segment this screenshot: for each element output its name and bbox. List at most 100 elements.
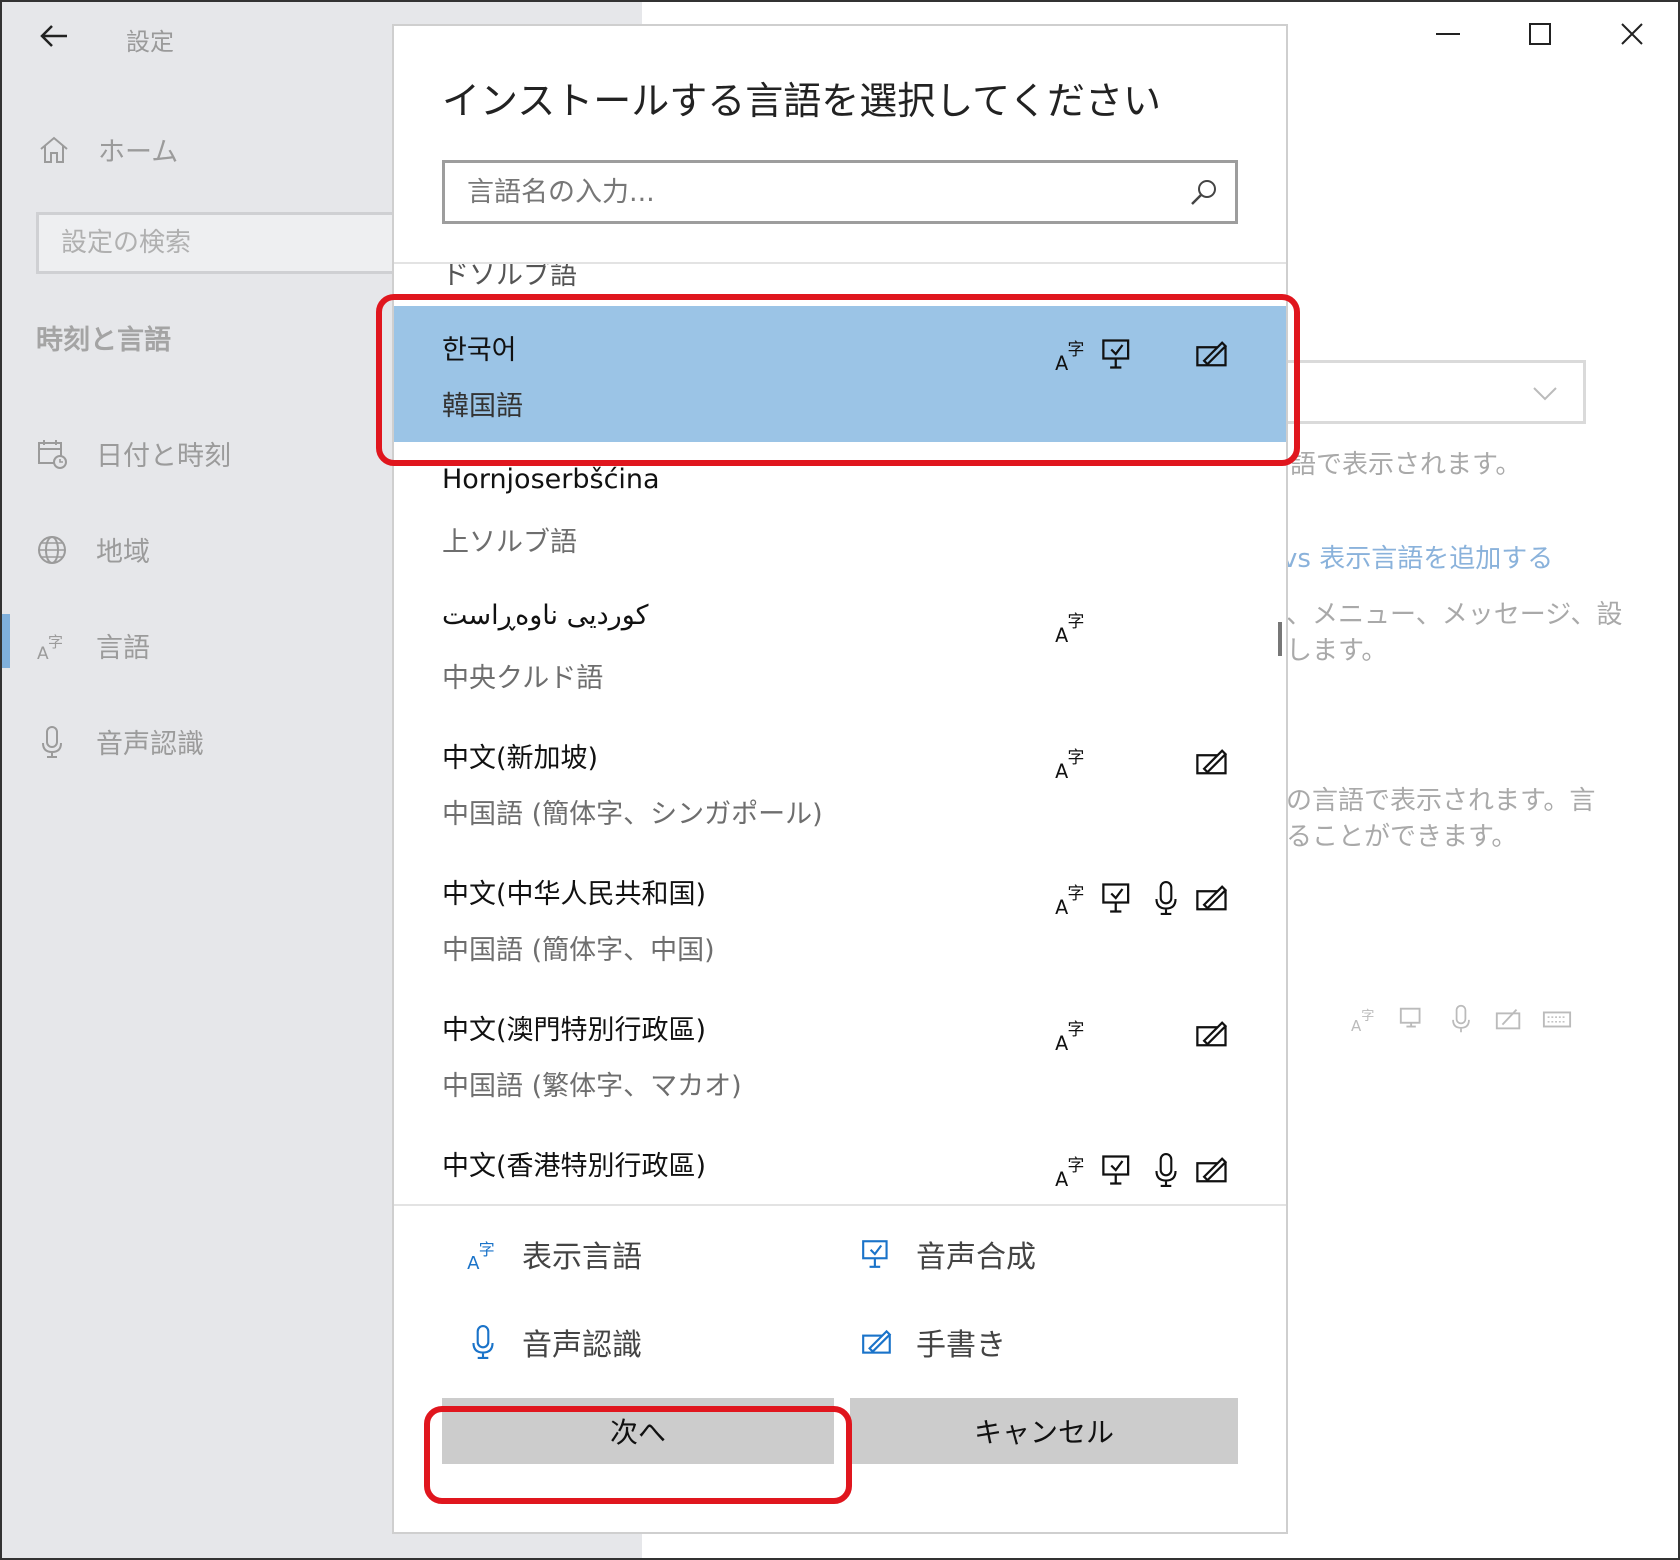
- back-arrow-icon: [40, 25, 67, 47]
- list-item-partial[interactable]: ドソルブ語: [394, 264, 1286, 306]
- tts-icon: [1102, 339, 1130, 369]
- microphone-icon: [472, 1325, 494, 1359]
- svg-text:字: 字: [48, 633, 63, 651]
- minimize-icon: [1436, 33, 1460, 35]
- list-scrollbar[interactable]: [1278, 622, 1282, 656]
- list-item-upper-sorbian[interactable]: Hornjoserbšćina 上ソルブ語: [394, 442, 1286, 578]
- language-native-name: 中文(新加坡): [442, 743, 599, 774]
- display-language-icon: A字: [1055, 611, 1084, 644]
- microphone-icon: [1452, 1004, 1470, 1033]
- microphone-icon: [1155, 1153, 1177, 1187]
- back-button[interactable]: [36, 18, 72, 54]
- chevron-down-icon: [1533, 387, 1557, 401]
- list-item-chinese-prc[interactable]: 中文(中华人民共和国) 中国語 (簡体字、中国) A字: [394, 850, 1286, 986]
- language-search[interactable]: [442, 160, 1238, 224]
- handwriting-icon: [1196, 1157, 1228, 1183]
- svg-text:字: 字: [479, 1240, 495, 1259]
- nav-item-label: 音声認識: [96, 729, 204, 760]
- svg-text:A: A: [1055, 352, 1068, 372]
- svg-text:字: 字: [1361, 1008, 1374, 1024]
- legend-handwriting: 手書き: [860, 1320, 1006, 1364]
- svg-text:字: 字: [1068, 339, 1085, 359]
- svg-text:字: 字: [1068, 883, 1085, 903]
- display-language-icon: A字: [1055, 883, 1085, 916]
- list-item-chinese-singapore[interactable]: 中文(新加坡) 中国語 (簡体字、シンガポール) A字: [394, 714, 1286, 850]
- list-item-korean[interactable]: 한국어 韓国語 A字: [394, 306, 1286, 442]
- language-native-name: 中文(香港特別行政區): [442, 1151, 707, 1182]
- tts-icon: [1399, 1007, 1421, 1028]
- svg-text:A: A: [1055, 624, 1068, 644]
- svg-text:字: 字: [1068, 747, 1085, 767]
- legend-display-language: A字 表示言語: [466, 1232, 642, 1276]
- next-button[interactable]: 次へ: [442, 1398, 834, 1464]
- handwriting-icon: [1196, 885, 1228, 911]
- nav-item-language[interactable]: A字 言語: [36, 626, 150, 665]
- calendar-clock-icon: [38, 439, 67, 469]
- tts-icon: [1102, 883, 1130, 913]
- section-heading: 時刻と言語: [36, 325, 171, 356]
- nav-item-label: 地域: [96, 537, 150, 568]
- background-feature-icons: A字: [1350, 1004, 1572, 1034]
- language-install-dialog: インストールする言語を選択してください ドソルブ語 한국어 韓国語 A字 Hor…: [392, 24, 1288, 1534]
- minimize-button[interactable]: [1418, 14, 1478, 54]
- svg-text:字: 字: [1068, 1019, 1085, 1039]
- display-language-icon: A字: [1055, 1155, 1085, 1188]
- list-item-chinese-macao[interactable]: 中文(澳門特別行政區) 中国語 (繁体字、マカオ) A字: [394, 986, 1286, 1122]
- background-text: 、メニュー、メッセージ、設: [1286, 600, 1623, 630]
- language-list[interactable]: ドソルブ語 한국어 韓国語 A字 Hornjoserbšćina 上ソルブ語 ک…: [394, 262, 1286, 1206]
- svg-text:A: A: [1055, 760, 1068, 780]
- display-language-icon: A字: [1351, 1008, 1374, 1034]
- language-native-name: 中文(中华人民共和国): [442, 879, 707, 910]
- nav-item-speech[interactable]: 音声認識: [36, 722, 204, 761]
- language-japanese-name: 韓国語: [442, 391, 523, 422]
- cancel-button[interactable]: キャンセル: [850, 1398, 1238, 1464]
- language-japanese-name: 上ソルブ語: [442, 527, 577, 558]
- list-item-chinese-hong-kong[interactable]: 中文(香港特別行政區) A字: [394, 1122, 1286, 1204]
- tts-icon: [862, 1240, 888, 1268]
- list-item-central-kurdish[interactable]: کوردیی ناوەڕاست 中央クルド語 A字: [394, 578, 1286, 714]
- home-icon: [40, 136, 68, 163]
- svg-text:字: 字: [1068, 1155, 1085, 1175]
- tts-icon: [1102, 1155, 1130, 1185]
- maximize-button[interactable]: [1510, 14, 1570, 54]
- background-text: します。: [1286, 636, 1388, 666]
- language-native-name: 中文(澳門特別行政區): [442, 1015, 707, 1046]
- handwriting-icon: [1196, 749, 1228, 775]
- microphone-icon: [1155, 881, 1177, 915]
- nav-home-label: ホーム: [98, 137, 179, 168]
- handwriting-icon: [1196, 1021, 1228, 1047]
- legend-tts: 音声合成: [860, 1232, 1036, 1276]
- dialog-title: インストールする言語を選択してください: [442, 79, 1161, 123]
- nav-home[interactable]: ホーム: [38, 130, 178, 169]
- app-title: 設定: [126, 28, 174, 56]
- nav-item-label: 日付と時刻: [96, 441, 231, 472]
- svg-text:A: A: [1055, 1168, 1068, 1188]
- add-display-language-link: vs 表示言語を追加する: [1282, 544, 1554, 574]
- language-japanese-name: 中国語 (簡体字、中国): [442, 935, 715, 966]
- display-language-icon: A字: [1055, 339, 1085, 372]
- legend-speech: 音声認識: [466, 1320, 642, 1364]
- svg-text:A: A: [1055, 896, 1068, 916]
- background-dropdown: [1272, 360, 1586, 424]
- language-native-name: Hornjoserbšćina: [442, 464, 660, 495]
- language-japanese-name: 中国語 (繁体字、マカオ): [442, 1071, 742, 1102]
- language-icon: A字: [37, 633, 63, 662]
- display-language-icon: A字: [1055, 1019, 1085, 1052]
- svg-text:A: A: [1351, 1017, 1362, 1034]
- close-button[interactable]: [1602, 14, 1662, 54]
- language-japanese-name: 中国語 (簡体字、シンガポール): [442, 799, 823, 830]
- globe-icon: [38, 535, 66, 564]
- background-text: ることができます。: [1286, 822, 1518, 852]
- nav-item-region[interactable]: 地域: [36, 530, 150, 569]
- language-search-input[interactable]: [445, 163, 1235, 221]
- maximize-icon: [1529, 23, 1551, 45]
- language-native-name: 한국어: [442, 335, 517, 366]
- handwriting-icon: [1196, 341, 1228, 367]
- legend-label: 表示言語: [522, 1240, 642, 1275]
- keyboard-icon: [1542, 1011, 1572, 1028]
- language-native-name: کوردیی ناوەڕاست: [442, 600, 649, 631]
- language-japanese-name: 中央クルド語: [442, 663, 604, 694]
- legend-label: 音声認識: [522, 1328, 642, 1363]
- close-icon: [1621, 23, 1643, 45]
- nav-item-date-time[interactable]: 日付と時刻: [36, 434, 231, 473]
